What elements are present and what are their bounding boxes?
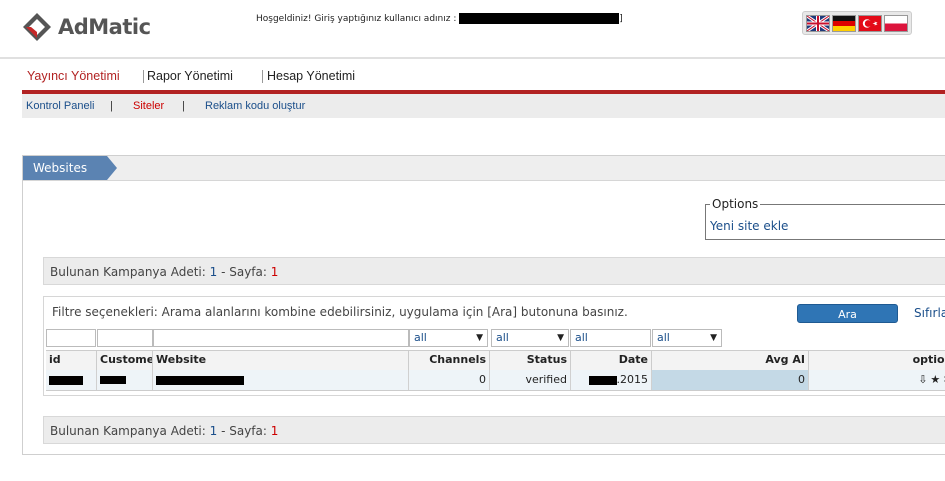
channels-filter-select[interactable]: all xyxy=(409,329,488,347)
cell-date: .2015 xyxy=(571,370,652,390)
cell-avg-ai: 0 xyxy=(652,370,809,390)
nav-separator xyxy=(143,70,144,83)
date-filter-input[interactable]: all xyxy=(570,329,651,347)
table-row[interactable]: 0 verified .2015 0 ⇩ ★ ✖ ⁝ xyxy=(46,370,945,391)
filter-instructions: Filtre seçenekleri: Arama alanlarını kom… xyxy=(52,305,628,319)
subnav-separator: | xyxy=(110,100,113,112)
germany-flag-icon[interactable] xyxy=(832,14,856,32)
header: AdMatic Hoşgeldiniz! Giriş yaptığınız ku… xyxy=(0,0,945,57)
admatic-logo[interactable]: AdMatic xyxy=(22,12,151,42)
summary-prefix: Bulunan Kampanya Adeti: xyxy=(50,265,206,279)
column-date[interactable]: Date xyxy=(571,351,652,370)
column-status[interactable]: Status xyxy=(490,351,571,370)
summary-bar-top: Bulunan Kampanya Adeti: 1 - Sayfa: 1 xyxy=(43,257,945,285)
redacted-website xyxy=(156,375,244,385)
nav-item-yayinci[interactable]: Yayıncı Yönetimi xyxy=(27,69,120,83)
sub-nav: Kontrol Paneli | Siteler | Reklam kodu o… xyxy=(22,94,945,118)
redacted-date xyxy=(588,375,617,385)
nav-item-rapor[interactable]: Rapor Yönetimi xyxy=(147,69,233,83)
row-option-icons: ⇩ ★ ✖ ⁝ xyxy=(812,370,945,389)
subnav-item-kontrol-paneli[interactable]: Kontrol Paneli xyxy=(26,100,95,112)
id-filter-input[interactable] xyxy=(46,329,96,347)
main-nav: Yayıncı Yönetimi Rapor Yönetimi Hesap Yö… xyxy=(0,62,945,90)
subnav-item-reklam-kodu[interactable]: Reklam kodu oluştur xyxy=(205,100,305,112)
summary-page-prefix: - Sayfa: xyxy=(221,265,267,279)
redacted-username xyxy=(459,13,620,24)
column-options: options xyxy=(912,353,945,366)
summary-count: 1 xyxy=(209,424,218,438)
options-box: Options Yeni site ekle xyxy=(705,197,945,240)
redacted-id xyxy=(49,375,83,385)
tab-arrow xyxy=(107,156,117,180)
column-avg-ai[interactable]: Avg AI xyxy=(652,351,809,370)
options-legend: Options xyxy=(710,197,761,211)
column-id[interactable]: id xyxy=(46,351,97,370)
date-suffix: .2015 xyxy=(616,373,649,386)
download-icon[interactable]: ⇩ xyxy=(918,370,927,389)
status-filter-select[interactable]: all xyxy=(491,329,569,347)
cell-channels: 0 xyxy=(409,370,490,390)
turkey-flag-icon[interactable] xyxy=(858,14,882,32)
column-website[interactable]: Website xyxy=(153,351,409,370)
cell-id xyxy=(46,370,97,390)
cell-website[interactable] xyxy=(153,370,409,390)
nav-separator xyxy=(262,70,263,83)
welcome-text: Hoşgeldiniz! Giriş yaptığınız kullanıcı … xyxy=(256,14,457,24)
subnav-item-siteler[interactable]: Siteler xyxy=(133,100,164,112)
cell-customer xyxy=(97,370,153,390)
admatic-logo-icon xyxy=(22,12,52,42)
logo-text: AdMatic xyxy=(58,15,151,39)
filter-section: Filtre seçenekleri: Arama alanlarını kom… xyxy=(43,296,945,396)
panel-header: Websites xyxy=(23,156,945,181)
column-channels[interactable]: Channels xyxy=(409,351,490,370)
summary-prefix: Bulunan Kampanya Adeti: xyxy=(50,424,206,438)
welcome-suffix: ] xyxy=(619,14,623,24)
customer-filter-input[interactable] xyxy=(97,329,153,347)
website-filter-input[interactable] xyxy=(153,329,409,347)
add-site-link[interactable]: Yeni site ekle xyxy=(710,219,788,233)
welcome-message: Hoşgeldiniz! Giriş yaptığınız kullanıcı … xyxy=(256,13,623,24)
uk-flag-icon[interactable] xyxy=(806,14,830,32)
summary-bar-bottom: Bulunan Kampanya Adeti: 1 - Sayfa: 1 xyxy=(43,416,945,444)
search-button[interactable]: Ara xyxy=(797,304,898,323)
nav-item-hesap[interactable]: Hesap Yönetimi xyxy=(267,69,355,83)
cell-status: verified xyxy=(490,370,571,390)
reset-link[interactable]: Sıfırla xyxy=(914,306,945,320)
summary-page: 1 xyxy=(270,424,279,438)
cell-options: ⇩ ★ ✖ ⁝ xyxy=(809,370,945,390)
avg-filter-select[interactable]: all xyxy=(652,329,722,347)
header-divider xyxy=(0,57,945,59)
summary-count: 1 xyxy=(209,265,218,279)
redacted-customer xyxy=(100,376,126,384)
star-icon[interactable]: ★ xyxy=(930,370,940,389)
summary-page-prefix: - Sayfa: xyxy=(221,424,267,438)
tab-websites[interactable]: Websites xyxy=(23,156,107,180)
websites-panel: Websites Options Yeni site ekle Bulunan … xyxy=(22,155,945,455)
poland-flag-icon[interactable] xyxy=(884,14,908,32)
subnav-separator: | xyxy=(182,100,185,112)
summary-page: 1 xyxy=(270,265,279,279)
column-customer[interactable]: Customer xyxy=(97,351,153,370)
table-header: id Customer Website Channels Status Date… xyxy=(46,350,945,371)
language-selector xyxy=(802,11,912,35)
filter-row: all all all all xyxy=(46,329,945,347)
